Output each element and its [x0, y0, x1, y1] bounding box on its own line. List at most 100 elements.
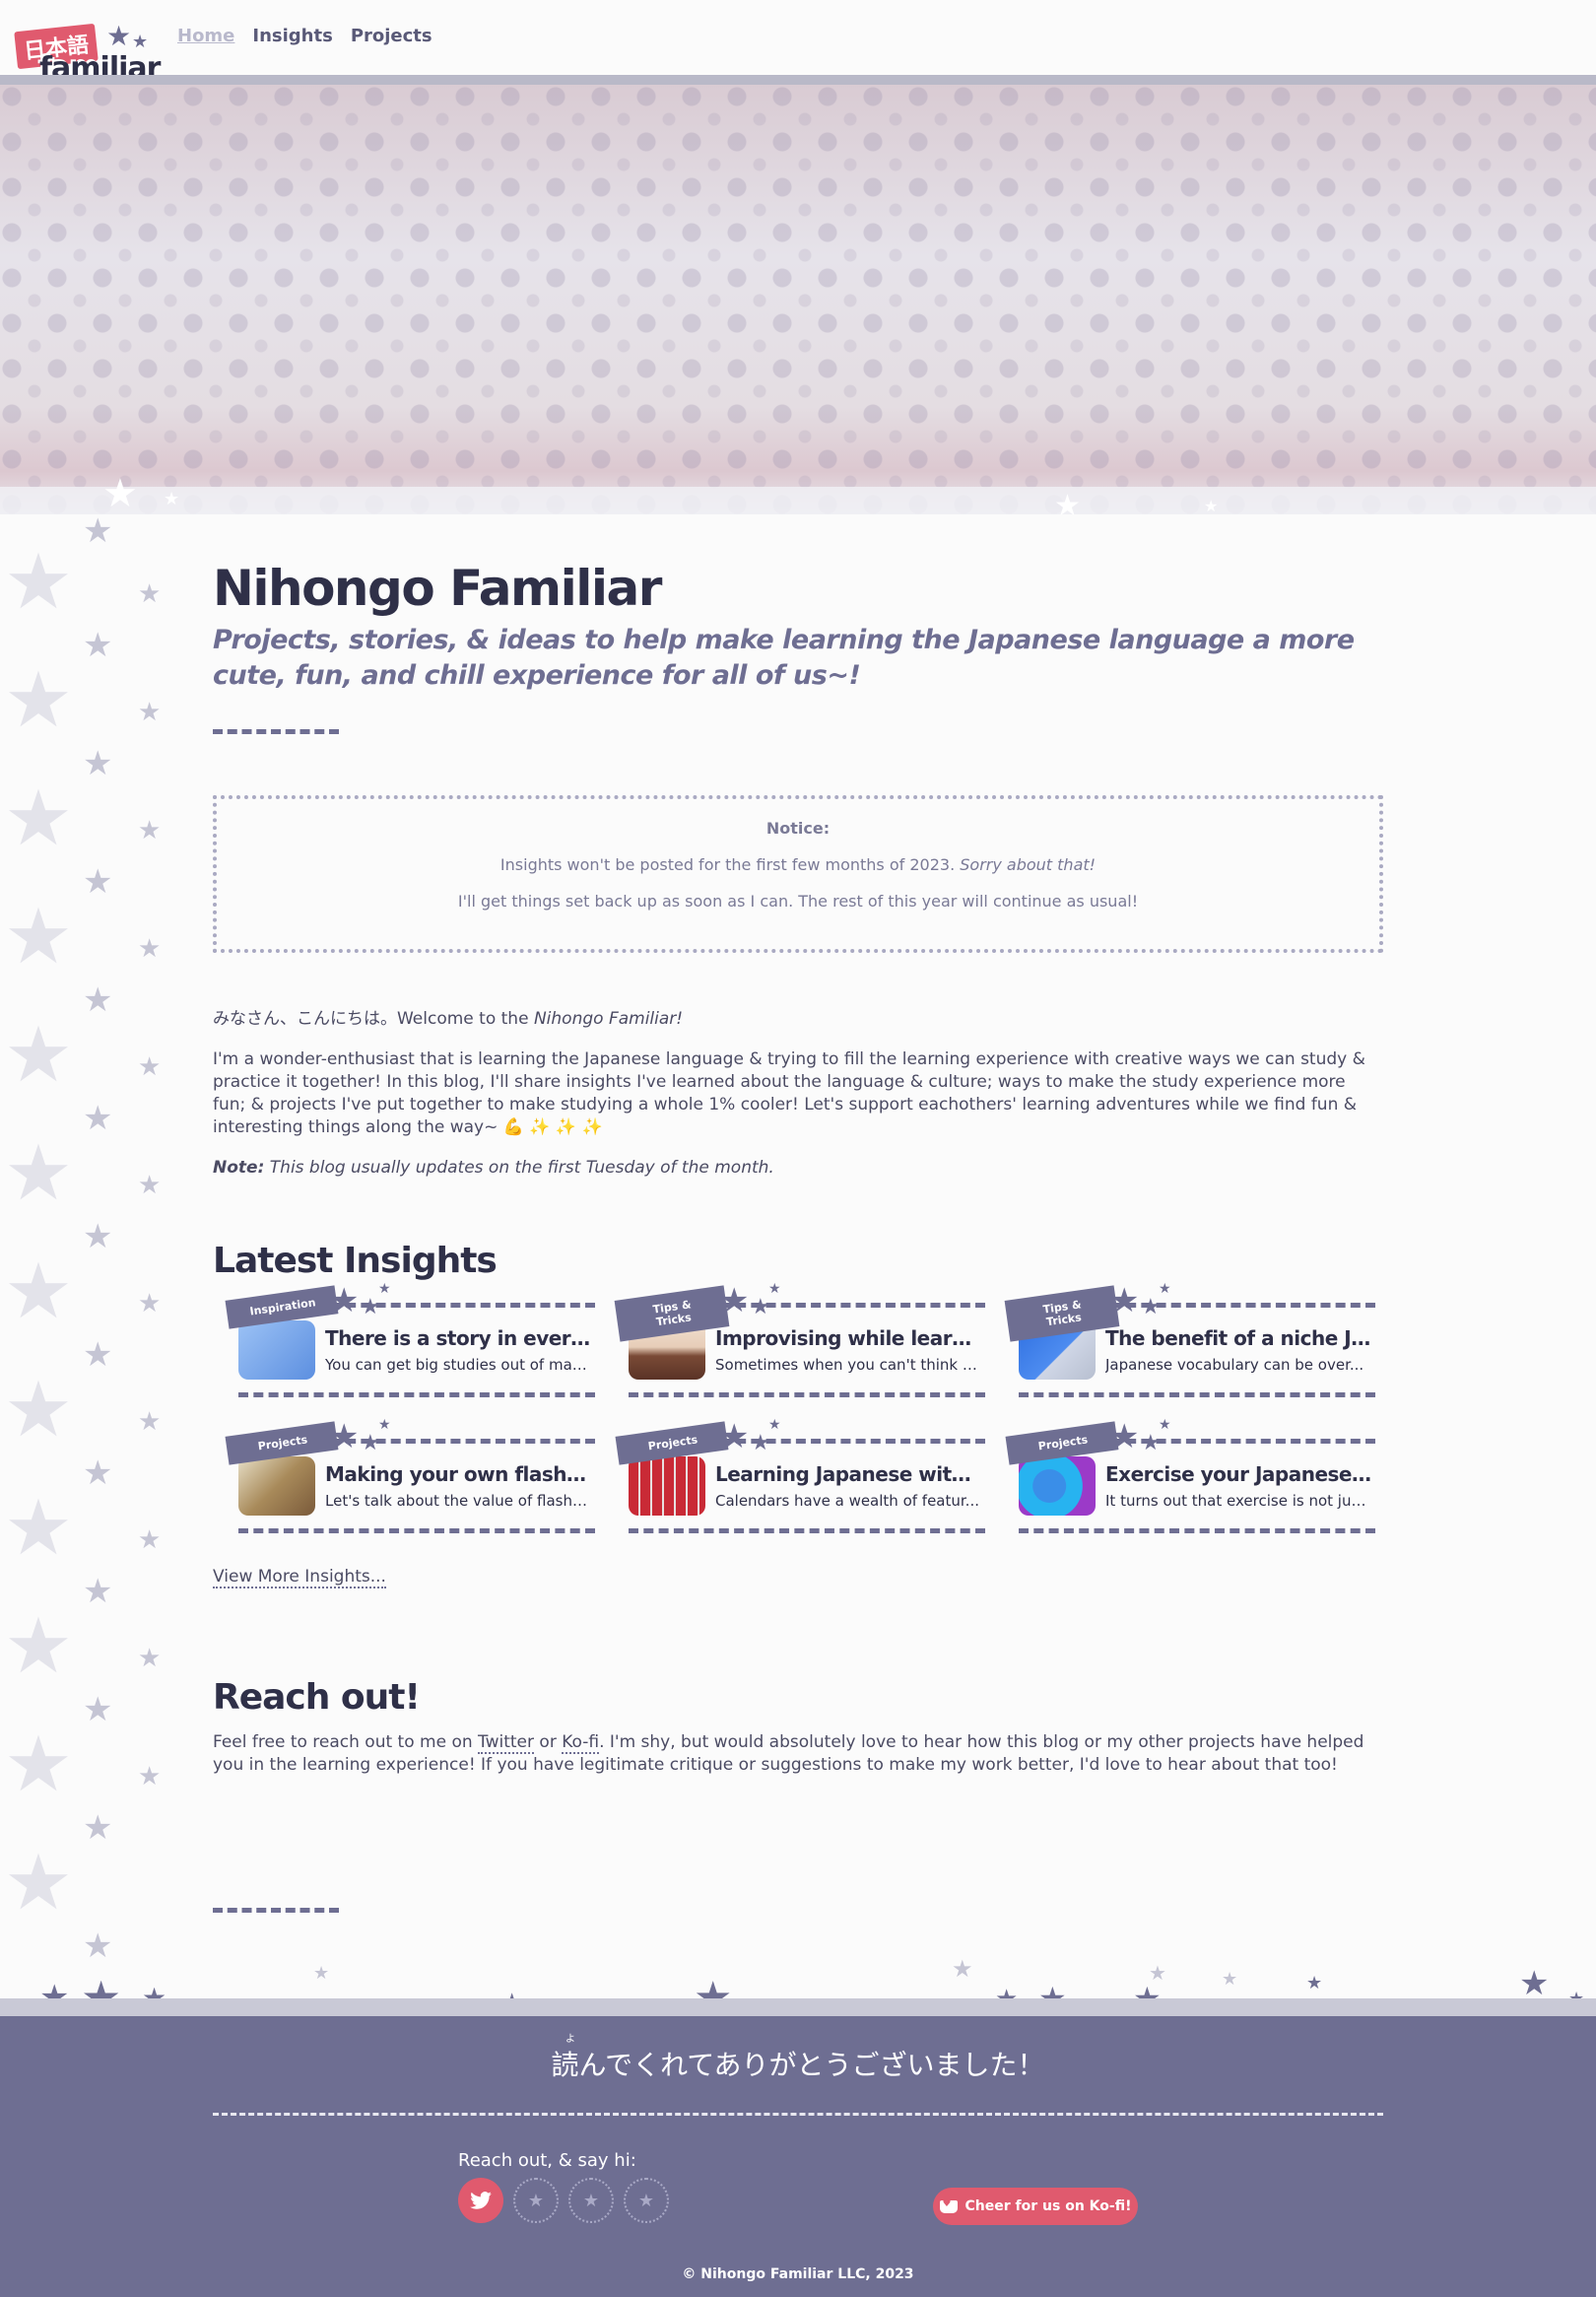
- nav-insights[interactable]: Insights: [252, 26, 332, 46]
- card-title: Making your own flashca...: [325, 1462, 593, 1486]
- star-icon: ★: [138, 1171, 162, 1200]
- star-icon: ★: [138, 934, 162, 964]
- nav-projects[interactable]: Projects: [351, 26, 432, 46]
- star-icon: ★: [4, 1366, 73, 1454]
- notice-line-1-text: Insights won't be posted for the first f…: [499, 855, 956, 874]
- intro-body: I'm a wonder-enthusiast that is learning…: [213, 1049, 1365, 1137]
- globe-exercise-thumbnail: [1019, 1456, 1096, 1516]
- star-icon: ★: [83, 1217, 113, 1256]
- star-icon: ★: [1204, 497, 1219, 515]
- star-icon: ★: [164, 489, 180, 509]
- reach-text-or: or: [539, 1732, 557, 1752]
- insight-card[interactable]: Projects ★ ★ ★ Exercise your Japanese s.…: [993, 1417, 1375, 1539]
- card-excerpt: You can get big studies out of maki...: [325, 1356, 593, 1374]
- coffee-cup-icon: [939, 2198, 958, 2213]
- star-icon: ★: [1159, 1281, 1171, 1297]
- divider: [1019, 1528, 1375, 1533]
- flashcards-thumbnail: [238, 1456, 315, 1516]
- star-icon: ★: [329, 1417, 360, 1456]
- page-tagline: Projects, stories, & ideas to help make …: [213, 625, 1355, 691]
- intro-greeting: みなさん、こんにちは。Welcome to the Nihongo Famili…: [213, 1008, 1383, 1031]
- twitter-link[interactable]: Twitter: [478, 1732, 535, 1754]
- intro-greeting-text: みなさん、こんにちは。Welcome to the: [213, 1009, 529, 1029]
- kofi-link[interactable]: Ko-fi: [562, 1732, 600, 1754]
- divider: [238, 1528, 595, 1533]
- star-icon: ★: [83, 1453, 113, 1493]
- nav-home[interactable]: Home: [177, 26, 234, 46]
- reach-out: Reach out! Feel free to reach out to me …: [213, 1677, 1383, 1777]
- view-more-insights-link[interactable]: View More Insights...: [213, 1567, 386, 1588]
- star-icon: ★: [1141, 1431, 1161, 1455]
- latest-insights: Latest Insights Inspiration ★ ★ ★ There …: [213, 1241, 1383, 1588]
- notice-title: Notice:: [765, 819, 831, 838]
- star-icon: ★: [361, 1431, 380, 1455]
- site-footer: よ 読んでくれてありがとうございました！ Reach out, & say hi…: [0, 2016, 1596, 2297]
- star-icon: ★: [138, 816, 162, 845]
- star-icon: ★: [138, 1525, 162, 1555]
- star-icon: ★: [4, 1484, 73, 1573]
- kofi-button-label: Cheer for us on Ko-fi!: [964, 2198, 1132, 2214]
- intro-greeting-emphasis: Nihongo Familiar!: [533, 1009, 684, 1029]
- star-icon: ★: [719, 1281, 750, 1320]
- kofi-button[interactable]: Cheer for us on Ko-fi!: [933, 2188, 1138, 2225]
- star-icon: ★: [768, 1417, 781, 1433]
- star-icon: ★: [4, 1011, 73, 1100]
- insights-heading: Latest Insights: [213, 1241, 498, 1281]
- star-icon[interactable]: ★: [513, 2178, 559, 2223]
- insight-card[interactable]: Tips & Tricks ★ ★ ★ Improvising while le…: [603, 1281, 985, 1403]
- star-icon: ★: [1109, 1281, 1140, 1320]
- main-content: Nihongo Familiar Projects, stories, & id…: [213, 552, 1383, 1777]
- star-icon: ★: [751, 1295, 770, 1319]
- reach-heading: Reach out!: [213, 1677, 421, 1718]
- divider: [213, 2113, 1383, 2116]
- star-icon: ★: [83, 1808, 113, 1848]
- card-excerpt: Japanese vocabulary can be over...: [1105, 1356, 1364, 1374]
- reach-text: Feel free to reach out to me on Twitter …: [213, 1731, 1383, 1777]
- insight-card[interactable]: Tips & Tricks ★ ★ ★ The benefit of a nic…: [993, 1281, 1375, 1403]
- star-icon: ★: [1054, 489, 1081, 523]
- nav-links: Home Insights Projects: [177, 26, 432, 46]
- star-icon: ★: [138, 579, 162, 609]
- star-icon: ★: [83, 862, 113, 902]
- star-icon: ★: [138, 1407, 162, 1437]
- star-icon[interactable]: ★: [624, 2178, 669, 2223]
- star-icon: ★: [138, 1644, 162, 1673]
- star-icon: ★: [138, 1052, 162, 1082]
- insight-card[interactable]: Projects ★ ★ ★ Learning Japanese with ..…: [603, 1417, 985, 1539]
- twitter-icon[interactable]: [458, 2178, 503, 2223]
- star-icon: ★: [952, 1957, 973, 1983]
- star-icon: ★: [83, 980, 113, 1020]
- star-icon: ★: [138, 698, 162, 727]
- card-excerpt: Let's talk about the value of flashc...: [325, 1492, 593, 1510]
- insight-card[interactable]: Inspiration ★ ★ ★ There is a story in ev…: [213, 1281, 595, 1403]
- hero-banner: ★ ★ ★ ★: [0, 75, 1596, 523]
- copyright: © Nihongo Familiar LLC, 2023: [682, 2266, 914, 2282]
- star-icon: ★: [83, 626, 113, 665]
- notice-box: Notice: Insights won't be posted for the…: [213, 795, 1383, 953]
- star-icon: ★: [378, 1281, 391, 1297]
- star-icon: ★: [1149, 1961, 1166, 1985]
- star-icon: ★: [1141, 1295, 1161, 1319]
- star-icon: ★: [1109, 1417, 1140, 1456]
- footer-strip: [0, 1998, 1596, 2016]
- hero-band: [0, 487, 1596, 514]
- star-icon: ★: [4, 538, 73, 627]
- star-icon: ★: [378, 1417, 391, 1433]
- star-icon: ★: [4, 1602, 73, 1691]
- star-icon: ★: [132, 32, 149, 52]
- insight-card[interactable]: Projects ★ ★ ★ Making your own flashca..…: [213, 1417, 595, 1539]
- card-title: Exercise your Japanese s...: [1105, 1462, 1373, 1486]
- insight-cards: Inspiration ★ ★ ★ There is a story in ev…: [213, 1281, 1383, 1551]
- star-icon: ★: [1306, 1973, 1323, 1993]
- intro-note: Note: This blog usually updates on the f…: [213, 1157, 1383, 1180]
- furigana: よ: [565, 2034, 575, 2045]
- star-icon[interactable]: ★: [568, 2178, 614, 2223]
- star-icon: ★: [138, 1762, 162, 1791]
- divider: [213, 729, 339, 734]
- star-icon: ★: [83, 1572, 113, 1611]
- star-icon: ★: [1519, 1964, 1550, 2003]
- star-icon: ★: [4, 775, 73, 863]
- note-text: This blog usually updates on the first T…: [269, 1158, 774, 1178]
- kanji-notes-thumbnail: [238, 1320, 315, 1380]
- notice-line-2: I'll get things set back up as soon as I…: [457, 892, 1139, 911]
